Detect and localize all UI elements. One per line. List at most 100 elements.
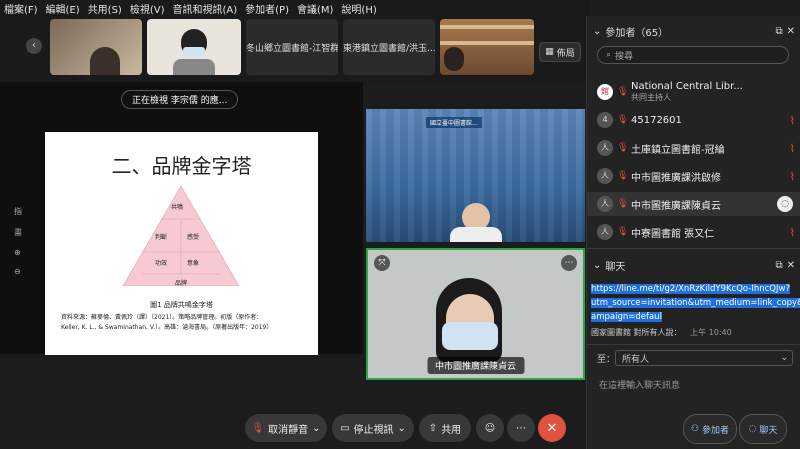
zoom-out-icon[interactable]: ⊖ bbox=[14, 267, 22, 276]
source-line: Keller, K. L., & Swaminathan, V.）。高雄：滄海書… bbox=[61, 324, 273, 331]
divider bbox=[587, 344, 800, 345]
strip-prev-button[interactable]: ‹ bbox=[26, 38, 42, 54]
microphone-muted-icon: ⌇ bbox=[789, 141, 795, 155]
participants-header[interactable]: ⌄ 參加者（65） ⧉ ✕ bbox=[593, 24, 795, 39]
menu-file[interactable]: 檔案(F) bbox=[4, 1, 38, 16]
chat-tab-button[interactable]: ◌ 聊天 bbox=[739, 414, 787, 444]
slide-title: 二、品牌金字塔 bbox=[111, 154, 252, 178]
participant-name: 中寮圖書館 張又仁 bbox=[631, 228, 715, 240]
microphone-muted-icon: ⌇ bbox=[789, 225, 795, 239]
menu-share[interactable]: 共用(S) bbox=[88, 1, 122, 16]
participants-tab-label: 參加者 bbox=[702, 425, 730, 436]
annotation-tools: 指 畫 ⊕ ⊖ bbox=[14, 206, 22, 276]
participant-row[interactable]: 4 🎙 45172601 ⌇ bbox=[587, 108, 800, 132]
video-thumbnail[interactable]: 冬山鄉立圖書館-江智群 bbox=[246, 19, 338, 75]
participant-row[interactable]: 人 🎙 中寮圖書館 張又仁 ⌇ bbox=[587, 220, 800, 244]
camera-icon: ▭ bbox=[340, 422, 350, 434]
person-icon: 人 bbox=[597, 224, 613, 240]
video-thumbnail[interactable] bbox=[50, 19, 142, 75]
person-icon: ⚇ bbox=[690, 424, 700, 434]
unmute-label: 取消靜音 bbox=[268, 424, 309, 436]
share-button[interactable]: ⇧ 共用 bbox=[419, 414, 471, 442]
participants-title: 參加者（65） bbox=[605, 28, 669, 39]
side-panel: ⌄ 參加者（65） ⧉ ✕ ⌕ 搜尋 館 🎙 National Central … bbox=[586, 16, 800, 449]
zoom-in-icon[interactable]: ⊕ bbox=[14, 248, 22, 257]
microphone-icon: 🎙 bbox=[617, 199, 629, 209]
participant-name: 中市圖推廣課洪啟修 bbox=[631, 172, 721, 184]
close-icon: ✕ bbox=[546, 420, 558, 436]
viewing-indicator: 正在檢視 李宗儒 的應... bbox=[121, 90, 239, 109]
participant-name: 45172601 bbox=[631, 114, 682, 126]
stop-video-label: 停止視訊 bbox=[353, 424, 394, 436]
stop-video-button[interactable]: ▭ 停止視訊 ⌄ bbox=[332, 414, 414, 442]
menu-help[interactable]: 說明(H) bbox=[341, 1, 376, 16]
active-video[interactable]: ⤧ ⋯ 中市圖推廣課陳貞云 bbox=[366, 248, 585, 380]
participant-row[interactable]: 人 🎙 中市圖推廣課陳貞云 ◌ bbox=[587, 192, 800, 216]
pyramid-label: 感受 bbox=[187, 234, 200, 241]
chat-link[interactable]: utm_source=invitation&utm_medium=link_co… bbox=[591, 298, 800, 308]
chat-input[interactable]: 在這裡輸入聊天訊息 bbox=[599, 378, 680, 391]
avatar: 4 bbox=[597, 112, 613, 128]
person-icon: 人 bbox=[597, 140, 613, 156]
participant-info: National Central Libr... 共同主持人 bbox=[631, 81, 800, 103]
presentation-slide: 二、品牌金字塔 共鳴 判斷 感受 功效 意象 品牌 圖1 品牌共鳴金字塔 資料來… bbox=[45, 132, 318, 355]
video-name-tag: 中市圖推廣課陳貞云 bbox=[426, 357, 525, 374]
avatar: 館 bbox=[597, 84, 613, 100]
popout-icon[interactable]: ⧉ bbox=[775, 260, 782, 271]
smiley-icon: ☺ bbox=[484, 422, 496, 434]
menu-bar: 檔案(F) 編輯(E) 共用(S) 檢視(V) 音訊和視訊(A) 參加者(P) … bbox=[0, 0, 590, 16]
video-thumbnail[interactable] bbox=[147, 19, 241, 75]
close-icon[interactable]: ✕ bbox=[787, 26, 795, 37]
pyramid-label: 判斷 bbox=[155, 234, 168, 241]
popout-icon[interactable]: ⧉ bbox=[775, 26, 782, 37]
participant-role: 共同主持人 bbox=[631, 93, 671, 102]
share-icon: ⇧ bbox=[428, 422, 438, 434]
chevron-down-icon: ⌄ bbox=[397, 422, 406, 434]
menu-meeting[interactable]: 會議(M) bbox=[297, 1, 333, 16]
figure-caption: 圖1 品牌共鳴金字塔 bbox=[150, 301, 213, 309]
chat-link[interactable]: ampaign=defaul bbox=[591, 312, 662, 322]
shared-content-area: 正在檢視 李宗儒 的應... 指 畫 ⊕ ⊖ 二、品牌金字塔 共鳴 判斷 感受 … bbox=[0, 82, 363, 355]
video-thumbnail[interactable] bbox=[440, 19, 534, 75]
participant-row[interactable]: 人 🎙 中市圖推廣課洪啟修 ⌇ bbox=[587, 164, 800, 188]
chat-link[interactable]: https://line.me/ti/g2/XnRzKildY9KcQo-Ihn… bbox=[591, 284, 790, 294]
video-thumbnail[interactable]: 東港鎮立圖書館/洪玉... bbox=[343, 19, 435, 75]
microphone-muted-icon: 🎙 bbox=[251, 422, 265, 434]
pen-icon[interactable]: 畫 bbox=[14, 227, 22, 238]
pointer-icon[interactable]: 指 bbox=[14, 206, 22, 217]
source-line: 資料來源：蘇麥倫、黃佩玲（譯）（2021）。策略品牌管理。初版（原作者： bbox=[61, 314, 263, 321]
participant-row[interactable]: 人 🎙 土庫鎮立圖書館-冠綸 ⌇ bbox=[587, 136, 800, 160]
expand-icon[interactable]: ⤧ bbox=[374, 255, 390, 271]
speaker-video[interactable]: 國立臺中圖書館... bbox=[366, 109, 585, 242]
menu-participants[interactable]: 參加者(P) bbox=[245, 1, 289, 16]
layout-button[interactable]: ▦ 佈局 bbox=[539, 42, 581, 62]
participant-row[interactable]: 館 🎙 National Central Libr... 共同主持人 bbox=[587, 78, 800, 106]
more-options-icon[interactable]: ⋯ bbox=[561, 255, 577, 271]
chevron-down-icon: ⌄ bbox=[593, 260, 602, 271]
reactions-button[interactable]: ☺ bbox=[476, 414, 504, 442]
participants-tab-button[interactable]: ⚇ 參加者 bbox=[683, 414, 737, 444]
participant-name: National Central Libr... bbox=[631, 81, 743, 92]
person-body bbox=[173, 59, 215, 75]
unmute-button[interactable]: 🎙 取消靜音 ⌄ bbox=[245, 414, 327, 442]
person-silhouette bbox=[90, 47, 120, 75]
bookshelf bbox=[440, 25, 534, 29]
close-icon[interactable]: ✕ bbox=[787, 260, 795, 271]
chat-time: 上午 10:40 bbox=[690, 328, 732, 337]
menu-audio-video[interactable]: 音訊和視訊(A) bbox=[173, 1, 238, 16]
microphone-muted-icon: ⌇ bbox=[789, 169, 795, 183]
recipient-value: 所有人 bbox=[622, 354, 650, 365]
person-silhouette bbox=[444, 47, 464, 71]
chat-bubble-icon[interactable]: ◌ bbox=[777, 196, 793, 212]
chat-header[interactable]: ⌄ 聊天 ⧉ ✕ bbox=[593, 258, 795, 273]
chat-message: https://line.me/ti/g2/XnRzKildY9KcQo-Ihn… bbox=[591, 282, 800, 340]
menu-edit[interactable]: 編輯(E) bbox=[46, 1, 80, 16]
more-button[interactable]: ⋯ bbox=[507, 414, 535, 442]
search-placeholder: 搜尋 bbox=[615, 51, 634, 62]
leave-meeting-button[interactable]: ✕ bbox=[538, 414, 566, 442]
chat-recipient-select[interactable]: 所有人 ⌄ bbox=[615, 350, 793, 366]
chat-bubble-icon: ◌ bbox=[748, 424, 757, 434]
microphone-icon: 🎙 bbox=[617, 227, 629, 237]
menu-view[interactable]: 檢視(V) bbox=[130, 1, 165, 16]
participant-search-input[interactable]: ⌕ 搜尋 bbox=[597, 46, 789, 64]
